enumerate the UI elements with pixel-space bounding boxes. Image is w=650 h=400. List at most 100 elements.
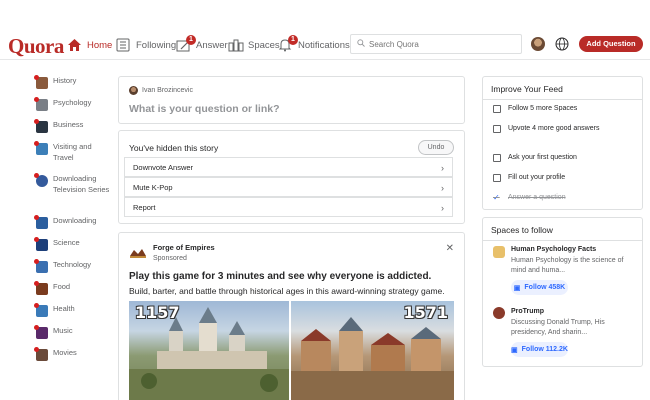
- task-label: Upvote 4 more good answers: [508, 125, 600, 132]
- sidebar-item-label: Business: [53, 120, 84, 129]
- sidebar-item-business[interactable]: Business: [34, 119, 111, 142]
- space-name[interactable]: ProTrump: [511, 308, 544, 315]
- sidebar-item-label: Science: [53, 238, 80, 247]
- nav-answer[interactable]: 1 Answer: [176, 34, 228, 56]
- task-follow-spaces[interactable]: Follow 5 more Spaces: [493, 104, 577, 114]
- nav-spaces-label: Spaces: [248, 39, 280, 51]
- following-icon: [116, 38, 133, 53]
- space-icon-psychology[interactable]: [493, 246, 505, 258]
- answer-badge: 1: [186, 34, 196, 45]
- spaces-to-follow-card: Spaces to follow Human Psychology Facts …: [482, 217, 643, 367]
- improve-feed-title: Improve Your Feed: [491, 84, 563, 94]
- ask-question-card[interactable]: Ivan Brozincevic What is your question o…: [118, 76, 465, 124]
- sidebar-item-history[interactable]: History: [34, 75, 111, 98]
- sponsored-ad-card[interactable]: Forge of Empires Sponsored ✕ Play this g…: [118, 232, 465, 400]
- nav-home[interactable]: Home: [67, 34, 112, 56]
- downloading-thumbnail: [34, 215, 48, 229]
- ad-image-city[interactable]: 1571: [291, 301, 454, 400]
- bell-icon: 1: [278, 34, 298, 53]
- option-label: Report: [133, 202, 156, 212]
- add-question-button[interactable]: Add Question: [579, 36, 643, 52]
- space-icon-protrump[interactable]: [493, 307, 505, 319]
- sidebar-item-science[interactable]: Science: [34, 237, 111, 260]
- task-answer-question[interactable]: ✓ Answer a question: [493, 193, 566, 203]
- checkbox[interactable]: [493, 154, 501, 162]
- option-label: Downvote Answer: [133, 162, 194, 172]
- sidebar-item-label: Technology: [53, 260, 91, 269]
- sidebar-item-food[interactable]: Food: [34, 281, 111, 304]
- hidden-story-title: You've hidden this story: [129, 143, 219, 153]
- chevron-right-icon: ›: [441, 163, 444, 173]
- sidebar-item-psychology[interactable]: Psychology: [34, 97, 111, 120]
- history-thumbnail: [34, 75, 48, 89]
- sidebar-item-label: Food: [53, 282, 71, 291]
- task-ask-question[interactable]: Ask your first question: [493, 153, 577, 163]
- close-icon[interactable]: ✕: [446, 243, 454, 254]
- quora-logo[interactable]: Quora: [8, 34, 64, 59]
- task-fill-profile[interactable]: Fill out your profile: [493, 173, 565, 183]
- checkbox[interactable]: [493, 174, 501, 182]
- health-thumbnail: [34, 303, 48, 317]
- divider: [483, 99, 642, 100]
- spaces-icon: [228, 38, 245, 53]
- checkmark-icon: ✓: [493, 193, 500, 202]
- movies-thumbnail: [34, 347, 48, 361]
- sponsored-label: Sponsored: [153, 255, 187, 262]
- space-name[interactable]: Human Psychology Facts: [511, 246, 596, 253]
- checkbox[interactable]: [493, 105, 501, 113]
- option-report[interactable]: Report ›: [124, 197, 453, 217]
- ad-number-right: 1571: [403, 303, 448, 322]
- user-avatar[interactable]: [531, 37, 545, 51]
- technology-thumbnail: [34, 259, 48, 273]
- nav-answer-label: Answer: [196, 39, 228, 51]
- undo-button[interactable]: Undo: [418, 140, 454, 155]
- ad-headline[interactable]: Play this game for 3 minutes and see why…: [129, 271, 431, 282]
- sidebar-item-health[interactable]: Health: [34, 303, 111, 326]
- chevron-right-icon: ›: [441, 183, 444, 193]
- nav-spaces[interactable]: Spaces: [228, 34, 280, 56]
- option-mute-topic[interactable]: Mute K-Pop ›: [124, 177, 453, 197]
- sidebar-item-downloading[interactable]: Downloading: [34, 215, 111, 238]
- ask-user-name: Ivan Brozincevic: [142, 87, 193, 94]
- topics-sidebar: History Psychology Business Visiting and…: [34, 75, 111, 370]
- sidebar-item-downloading-tv[interactable]: Downloading Television Series: [34, 173, 111, 216]
- follow-button[interactable]: ▣ Follow 112.2K: [511, 342, 568, 357]
- downloading-tv-thumbnail: [34, 173, 48, 187]
- ad-body: Build, barter, and battle through histor…: [129, 286, 445, 296]
- sidebar-item-label: History: [53, 76, 77, 85]
- checkbox[interactable]: [493, 125, 501, 133]
- home-icon: [67, 38, 84, 53]
- search-input[interactable]: [369, 39, 509, 49]
- business-thumbnail: [34, 119, 48, 133]
- sidebar-item-label: Downloading: [53, 216, 97, 225]
- nav-home-label: Home: [87, 39, 113, 51]
- ad-advertiser-name[interactable]: Forge of Empires: [153, 243, 215, 252]
- task-upvote-answers[interactable]: Upvote 4 more good answers: [493, 124, 633, 134]
- search-bar[interactable]: [350, 34, 522, 54]
- sidebar-item-label: Psychology: [53, 98, 92, 107]
- sidebar-item-technology[interactable]: Technology: [34, 259, 111, 282]
- forge-of-empires-logo: [129, 245, 147, 258]
- ask-user: Ivan Brozincevic: [129, 86, 193, 95]
- task-label: Ask your first question: [508, 154, 577, 161]
- travel-thumbnail: [34, 141, 48, 155]
- option-downvote-answer[interactable]: Downvote Answer ›: [124, 157, 453, 177]
- sidebar-item-music[interactable]: Music: [34, 325, 111, 348]
- follow-button[interactable]: ▣ Follow 458K: [511, 280, 568, 295]
- top-navigation-bar: Quora Home Following 1 Answer Spaces 1 N…: [0, 0, 650, 60]
- nav-notifications[interactable]: 1 Notifications: [278, 34, 350, 56]
- sidebar-item-movies[interactable]: Movies: [34, 347, 111, 370]
- space-description: Discussing Donald Trump, His presidency,…: [511, 319, 605, 336]
- nav-following[interactable]: Following: [116, 34, 176, 56]
- answer-icon: 1: [176, 34, 196, 53]
- ask-prompt[interactable]: What is your question or link?: [129, 103, 280, 115]
- science-thumbnail: [34, 237, 48, 251]
- search-icon: [357, 39, 365, 49]
- nav-following-label: Following: [136, 39, 177, 51]
- globe-icon[interactable]: [555, 37, 569, 51]
- sidebar-item-travel[interactable]: Visiting and Travel: [34, 141, 111, 174]
- divider: [483, 240, 642, 241]
- spaces-to-follow-title: Spaces to follow: [491, 225, 553, 235]
- ad-number-left: 1157: [135, 303, 180, 322]
- ad-image-castle[interactable]: 1157: [129, 301, 289, 400]
